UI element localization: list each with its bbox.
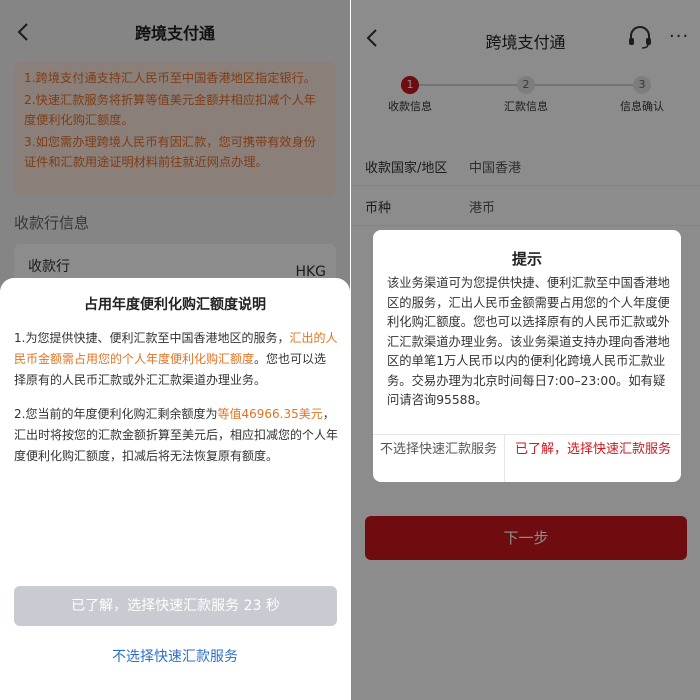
dialog-title: 提示	[511, 250, 542, 268]
left-screen: 跨境支付通 1.跨境支付通支持汇人民币至中国香港地区指定银行。 2.快速汇款服务…	[0, 0, 350, 700]
tip-dialog: 提示 该业务渠道可为您提供快捷、便利汇款至中国香港地区的服务，汇出人民币金额需要…	[373, 230, 681, 482]
remaining-quota: 等值46966.35美元	[217, 407, 323, 421]
dialog-body: 该业务渠道可为您提供快捷、便利汇款至中国香港地区的服务，汇出人民币金额需要占用您…	[387, 276, 670, 407]
accept-fast-remit-timer-button[interactable]: 已了解，选择快速汇款服务 23 秒	[14, 586, 337, 626]
sheet-title: 占用年度便利化购汇额度说明	[84, 297, 266, 313]
dialog-actions: 不选择快速汇款服务 已了解，选择快速汇款服务	[373, 434, 681, 482]
quota-bottom-sheet: 占用年度便利化购汇额度说明 1.为您提供快捷、便利汇款至中国香港地区的服务，汇出…	[0, 278, 350, 700]
sheet-text: 1.为您提供快捷、便利汇款至中国香港地区的服务，	[14, 331, 290, 345]
right-screen: 跨境支付通 ··· 1 2 3 收款信息 汇款信息 信息确认 收款国家/地区 中…	[351, 0, 700, 700]
sheet-paragraph-2: 2.您当前的年度便利化购汇剩余额度为等值46966.35美元，汇出时将按您的汇款…	[14, 404, 338, 467]
sheet-text: 2.您当前的年度便利化购汇剩余额度为	[14, 407, 218, 421]
sheet-paragraph-1: 1.为您提供快捷、便利汇款至中国香港地区的服务，汇出的人民币金额需占用您的个人年…	[14, 328, 338, 391]
decline-fast-remit-button[interactable]: 不选择快速汇款服务	[373, 435, 505, 482]
accept-fast-remit-button[interactable]: 已了解，选择快速汇款服务	[505, 435, 681, 482]
decline-fast-remit-link[interactable]: 不选择快速汇款服务	[0, 646, 350, 666]
